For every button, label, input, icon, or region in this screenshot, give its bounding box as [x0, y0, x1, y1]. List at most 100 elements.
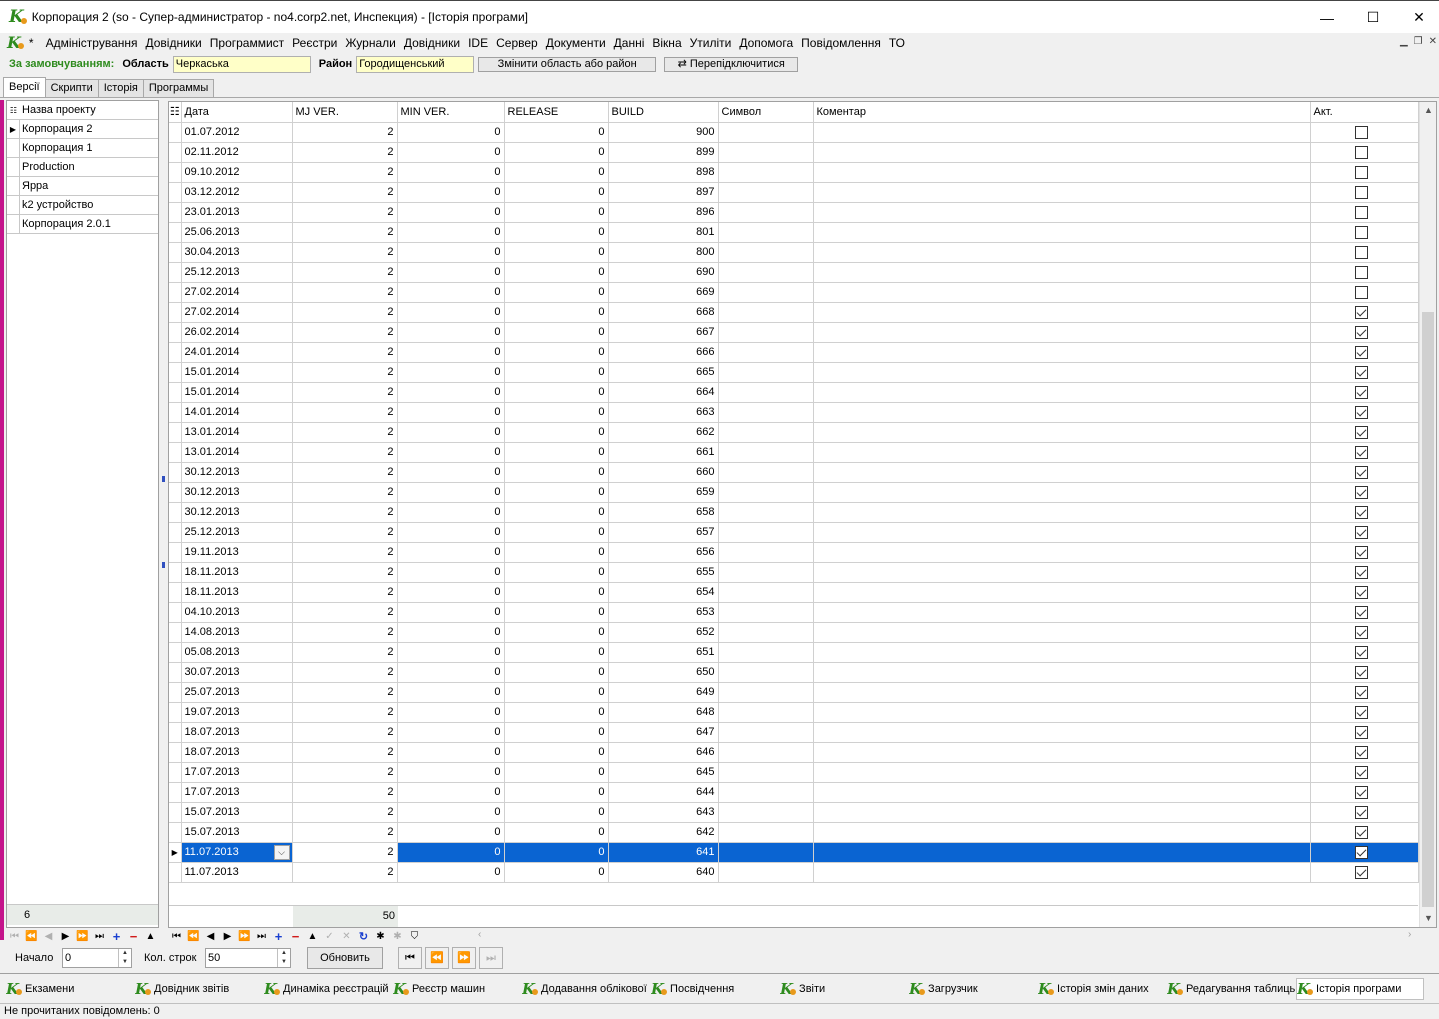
cell-comment[interactable]	[813, 442, 1311, 463]
cell-mj-ver[interactable]: 2	[292, 662, 398, 683]
cell-comment[interactable]	[813, 682, 1311, 703]
cell-mj-ver[interactable]: 2	[292, 382, 398, 403]
cell-active[interactable]	[1310, 342, 1419, 363]
cell-date[interactable]: 30.12.2013	[181, 462, 293, 483]
checkbox-checked[interactable]	[1355, 385, 1368, 399]
cell-release[interactable]: 0	[504, 202, 609, 223]
filter-icon[interactable]: ⛉	[406, 928, 423, 944]
checkbox-unchecked[interactable]	[1355, 185, 1368, 199]
cell-mj-ver[interactable]: 2	[292, 182, 398, 203]
cell-active[interactable]	[1310, 742, 1419, 763]
maximize-button[interactable]: ☐	[1350, 1, 1396, 34]
cell-active[interactable]	[1310, 162, 1419, 183]
cell-active[interactable]	[1310, 282, 1419, 303]
last-record-icon[interactable]: ⏭	[253, 928, 270, 944]
start-input[interactable]: 0 ▲ ▼	[62, 948, 132, 968]
cell-min-ver[interactable]: 0	[397, 402, 505, 423]
cell-release[interactable]: 0	[504, 122, 609, 143]
cell-build[interactable]: 651	[608, 642, 719, 663]
cell-mj-ver[interactable]: 2	[292, 362, 398, 383]
cell-date[interactable]: 04.10.2013	[181, 602, 293, 623]
cell-release[interactable]: 0	[504, 662, 609, 683]
table-row[interactable]: 09.10.2012 2 0 0 898	[169, 162, 1419, 183]
cell-release[interactable]: 0	[504, 322, 609, 343]
cell-build[interactable]: 659	[608, 482, 719, 503]
cell-active[interactable]	[1310, 722, 1419, 743]
table-row[interactable]: 15.07.2013 2 0 0 642	[169, 822, 1419, 843]
cell-symbol[interactable]	[718, 442, 814, 463]
cell-date[interactable]: 25.07.2013	[181, 682, 293, 703]
next-page-icon[interactable]: ⏩	[74, 928, 91, 944]
cell-symbol[interactable]	[718, 702, 814, 723]
checkbox-checked[interactable]	[1355, 465, 1368, 479]
cell-build[interactable]: 666	[608, 342, 719, 363]
menu-programmer[interactable]: Программист	[206, 36, 288, 50]
mdi-minimize-icon[interactable]: ▁	[1400, 36, 1408, 47]
cell-build[interactable]: 665	[608, 362, 719, 383]
cell-min-ver[interactable]: 0	[397, 322, 505, 343]
table-row[interactable]: 18.11.2013 2 0 0 654	[169, 582, 1419, 603]
col-min-ver[interactable]: MIN VER.	[397, 102, 505, 123]
cell-mj-ver[interactable]: 2	[292, 562, 398, 583]
scroll-down-icon[interactable]: ▼	[1420, 910, 1436, 927]
cell-mj-ver[interactable]: 2	[292, 442, 398, 463]
table-row[interactable]: 14.08.2013 2 0 0 652	[169, 622, 1419, 643]
cell-mj-ver[interactable]: 2	[292, 542, 398, 563]
cell-min-ver[interactable]: 0	[397, 422, 505, 443]
cell-build[interactable]: 662	[608, 422, 719, 443]
checkbox-unchecked[interactable]	[1355, 265, 1368, 279]
tab-versions[interactable]: Версії	[3, 77, 46, 97]
cell-release[interactable]: 0	[504, 682, 609, 703]
cell-min-ver[interactable]: 0	[397, 262, 505, 283]
cell-date[interactable]: 11.07.2013	[181, 862, 293, 883]
menu-windows[interactable]: Вікна	[648, 36, 685, 50]
table-row[interactable]: ▶ 11.07.2013 ⌵ 2 0 0 641	[169, 842, 1419, 863]
cell-release[interactable]: 0	[504, 502, 609, 523]
cell-symbol[interactable]	[718, 762, 814, 783]
cell-mj-ver[interactable]: 2	[292, 282, 398, 303]
cell-release[interactable]: 0	[504, 142, 609, 163]
cell-build[interactable]: 656	[608, 542, 719, 563]
cell-min-ver[interactable]: 0	[397, 442, 505, 463]
menu-messages[interactable]: Повідомлення	[797, 36, 885, 50]
cell-symbol[interactable]	[718, 802, 814, 823]
cell-min-ver[interactable]: 0	[397, 282, 505, 303]
cell-symbol[interactable]	[718, 342, 814, 363]
checkbox-checked[interactable]	[1355, 865, 1368, 879]
table-row[interactable]: 15.07.2013 2 0 0 643	[169, 802, 1419, 823]
cell-mj-ver[interactable]: 2	[292, 202, 398, 223]
cell-date[interactable]: 27.02.2014	[181, 302, 293, 323]
region-field[interactable]: Черкаська	[172, 55, 311, 73]
cell-date[interactable]: 14.08.2013	[181, 622, 293, 643]
cell-date[interactable]: 15.01.2014	[181, 382, 293, 403]
cell-active[interactable]	[1310, 582, 1419, 603]
table-row[interactable]: 17.07.2013 2 0 0 644	[169, 782, 1419, 803]
cell-date[interactable]: 27.02.2014	[181, 282, 293, 303]
mdi-close-icon[interactable]: ✕	[1429, 36, 1437, 47]
last-record-icon[interactable]: ⏭	[91, 928, 108, 944]
cell-date[interactable]: 17.07.2013	[181, 762, 293, 783]
spin-arrows-icon[interactable]: ▲ ▼	[277, 949, 290, 967]
cell-min-ver[interactable]: 0	[397, 302, 505, 323]
cell-release[interactable]: 0	[504, 762, 609, 783]
cell-build[interactable]: 646	[608, 742, 719, 763]
prev-page-icon[interactable]: ⏪	[425, 947, 449, 969]
cell-release[interactable]: 0	[504, 362, 609, 383]
next-page-icon[interactable]: ⏩	[452, 947, 476, 969]
taskbar-window-item[interactable]: K Посвідчення	[651, 978, 779, 1000]
cell-build[interactable]: 661	[608, 442, 719, 463]
cell-mj-ver[interactable]: 2	[292, 722, 398, 743]
cell-symbol[interactable]	[718, 142, 814, 163]
cell-symbol[interactable]	[718, 222, 814, 243]
checkbox-checked[interactable]	[1355, 425, 1368, 439]
k-logo-icon[interactable]: K	[7, 35, 24, 51]
cell-comment[interactable]	[813, 602, 1311, 623]
cell-date[interactable]: 13.01.2014	[181, 422, 293, 443]
table-row[interactable]: 05.08.2013 2 0 0 651	[169, 642, 1419, 663]
change-region-button[interactable]: Змінити область або район	[478, 56, 657, 72]
cell-active[interactable]	[1310, 382, 1419, 403]
cell-mj-ver[interactable]: 2	[292, 502, 398, 523]
col-comment[interactable]: Коментар	[813, 102, 1311, 123]
cell-symbol[interactable]	[718, 122, 814, 143]
cell-min-ver[interactable]: 0	[397, 542, 505, 563]
